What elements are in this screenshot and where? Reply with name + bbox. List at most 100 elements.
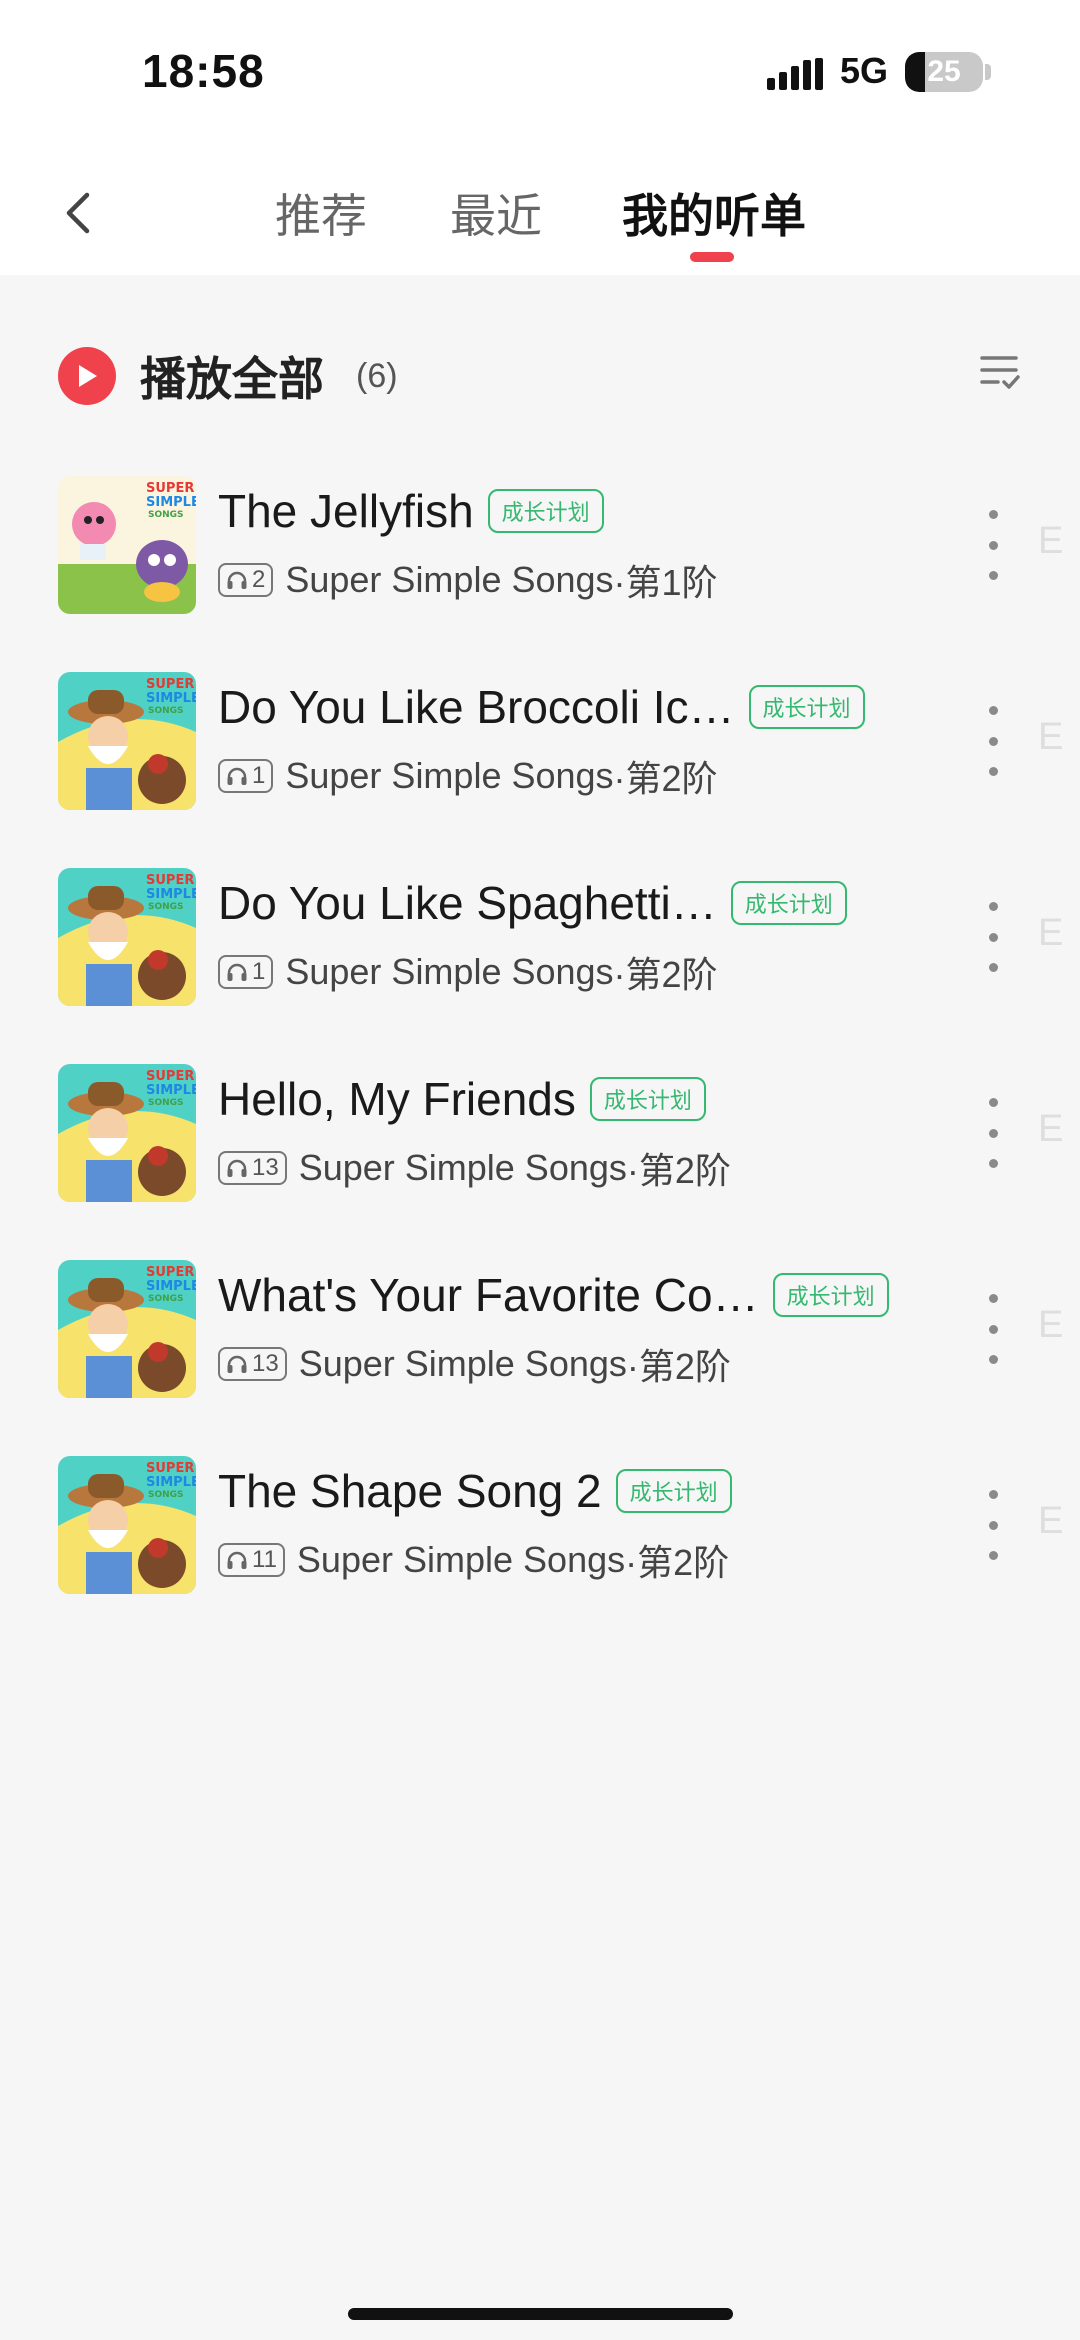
play-count-badge: 1 — [218, 955, 274, 989]
headphones-icon — [227, 963, 247, 981]
svg-text:SIMPLE: SIMPLE — [146, 1279, 196, 1294]
clipped-edge-text: E — [1038, 1108, 1064, 1150]
battery-tip — [985, 64, 991, 80]
item-level: ·第2阶 — [613, 758, 718, 799]
headphones-icon — [227, 1159, 247, 1177]
play-count-badge: 2 — [218, 563, 274, 597]
list-item-6[interactable]: SUPER SIMPLE SONGS The Shape Song 2 成长计划 1… — [0, 1450, 1080, 1646]
growth-plan-badge: 成长计划 — [487, 489, 604, 533]
title-row: The Jellyfish 成长计划 — [218, 484, 940, 538]
item-meta: 1 Super Simple Songs ·第2阶 — [218, 750, 718, 802]
title-row: Hello, My Friends 成长计划 — [218, 1072, 940, 1126]
play-count: 1 — [252, 762, 266, 789]
item-source: Super Simple Songs — [285, 755, 614, 796]
growth-plan-badge: 成长计划 — [748, 685, 865, 729]
play-count: 13 — [252, 1154, 279, 1181]
svg-text:SUPER: SUPER — [146, 1265, 194, 1280]
item-source: Super Simple Songs — [298, 1343, 627, 1384]
battery-icon: 25 — [905, 52, 983, 92]
play-circle-icon — [58, 347, 116, 405]
title-row: What's Your Favorite Co… 成长计划 — [218, 1268, 940, 1322]
svg-text:SUPER: SUPER — [146, 1461, 194, 1476]
playlist-screen: 18:58 5G 25 推荐 最近 我的听单 播放全部 (6) SUPER SI… — [0, 0, 1080, 2340]
item-meta: 11 Super Simple Songs ·第2阶 — [218, 1534, 729, 1586]
tab-my-playlist[interactable]: 我的听单 — [622, 180, 806, 246]
item-level: ·第2阶 — [626, 1346, 731, 1387]
clipped-edge-text: E — [1038, 716, 1064, 758]
sort-list-icon[interactable] — [978, 350, 1022, 394]
more-options-icon[interactable] — [978, 706, 1008, 776]
title-row: The Shape Song 2 成长计划 — [218, 1464, 940, 1518]
list-item-3[interactable]: SUPER SIMPLE SONGS Do You Like Spaghetti… … — [0, 862, 1080, 1058]
title-row: Do You Like Spaghetti… 成长计划 — [218, 876, 940, 930]
more-options-icon[interactable] — [978, 902, 1008, 972]
album-thumbnail: SUPER SIMPLE SONGS — [58, 1456, 196, 1594]
headphones-icon — [227, 571, 247, 589]
play-count: 13 — [252, 1350, 279, 1377]
active-tab-indicator — [690, 252, 734, 262]
tab-recent[interactable]: 最近 — [450, 180, 542, 246]
svg-text:SUPER: SUPER — [146, 481, 194, 496]
item-source: Super Simple Songs — [296, 1539, 626, 1580]
headphones-icon — [227, 1355, 247, 1373]
svg-text:SIMPLE: SIMPLE — [146, 1083, 196, 1098]
more-options-icon[interactable] — [978, 510, 1008, 580]
item-source: Super Simple Songs — [285, 559, 614, 600]
svg-text:SUPER: SUPER — [146, 677, 194, 692]
album-thumbnail: SUPER SIMPLE SONGS — [58, 672, 196, 810]
play-count-badge: 13 — [218, 1151, 287, 1185]
play-count: 2 — [252, 566, 266, 593]
play-count-badge: 13 — [218, 1347, 287, 1381]
chevron-left-icon — [66, 192, 90, 234]
list-item-2[interactable]: SUPER SIMPLE SONGS Do You Like Broccoli Ic… — [0, 666, 1080, 862]
list-item-1[interactable]: SUPER SIMPLE SONGS The Jellyfish 成长计划 2 Su… — [0, 470, 1080, 666]
album-thumbnail: SUPER SIMPLE SONGS — [58, 868, 196, 1006]
growth-plan-badge: 成长计划 — [615, 1469, 732, 1513]
play-count-badge: 1 — [218, 759, 274, 793]
more-options-icon[interactable] — [978, 1098, 1008, 1168]
battery-percent: 25 — [927, 55, 961, 88]
item-source: Super Simple Songs — [285, 951, 614, 992]
play-all-label: 播放全部 — [140, 353, 324, 405]
clipped-edge-text: E — [1038, 1500, 1064, 1542]
play-count-badge: 11 — [218, 1543, 285, 1577]
album-thumbnail: SUPER SIMPLE SONGS — [58, 1260, 196, 1398]
album-thumbnail: SUPER SIMPLE SONGS — [58, 1064, 196, 1202]
top-nav: 推荐 最近 我的听单 — [0, 150, 1080, 275]
play-all-count: (6) — [356, 356, 398, 395]
growth-plan-badge: 成长计划 — [730, 881, 847, 925]
svg-text:SONGS: SONGS — [148, 1098, 184, 1108]
home-indicator[interactable] — [348, 2308, 733, 2320]
album-thumbnail: SUPER SIMPLE SONGS — [58, 476, 196, 614]
more-options-icon[interactable] — [978, 1294, 1008, 1364]
svg-text:SONGS: SONGS — [148, 1490, 184, 1500]
item-level: ·第2阶 — [626, 1150, 731, 1191]
item-level: ·第1阶 — [613, 562, 718, 603]
more-options-icon[interactable] — [978, 1490, 1008, 1560]
svg-text:SONGS: SONGS — [148, 1294, 184, 1304]
svg-text:SIMPLE: SIMPLE — [146, 495, 196, 510]
item-title: The Shape Song 2 — [218, 1465, 602, 1517]
status-bar: 18:58 5G 25 — [0, 0, 1080, 150]
tab-recommend[interactable]: 推荐 — [275, 180, 367, 246]
svg-text:SONGS: SONGS — [148, 510, 184, 520]
signal-icon — [767, 58, 823, 90]
list-item-5[interactable]: SUPER SIMPLE SONGS What's Your Favorite Co… — [0, 1254, 1080, 1450]
list-item-4[interactable]: SUPER SIMPLE SONGS Hello, My Friends 成长计划 … — [0, 1058, 1080, 1254]
clipped-edge-text: E — [1038, 912, 1064, 954]
svg-text:SIMPLE: SIMPLE — [146, 691, 196, 706]
item-title: The Jellyfish — [218, 485, 474, 537]
item-meta: 2 Super Simple Songs ·第1阶 — [218, 554, 718, 606]
svg-text:SONGS: SONGS — [148, 706, 184, 716]
clipped-edge-text: E — [1038, 1304, 1064, 1346]
item-meta: 13 Super Simple Songs ·第2阶 — [218, 1142, 731, 1194]
svg-text:SONGS: SONGS — [148, 902, 184, 912]
play-count: 1 — [252, 958, 266, 985]
item-title: What's Your Favorite Co… — [218, 1269, 759, 1321]
play-all-button[interactable]: 播放全部 (6) — [58, 345, 398, 407]
back-button[interactable] — [50, 185, 106, 241]
item-meta: 1 Super Simple Songs ·第2阶 — [218, 946, 718, 998]
headphones-icon — [227, 1551, 247, 1569]
item-title: Do You Like Broccoli Ic… — [218, 681, 735, 733]
item-level: ·第2阶 — [613, 954, 718, 995]
